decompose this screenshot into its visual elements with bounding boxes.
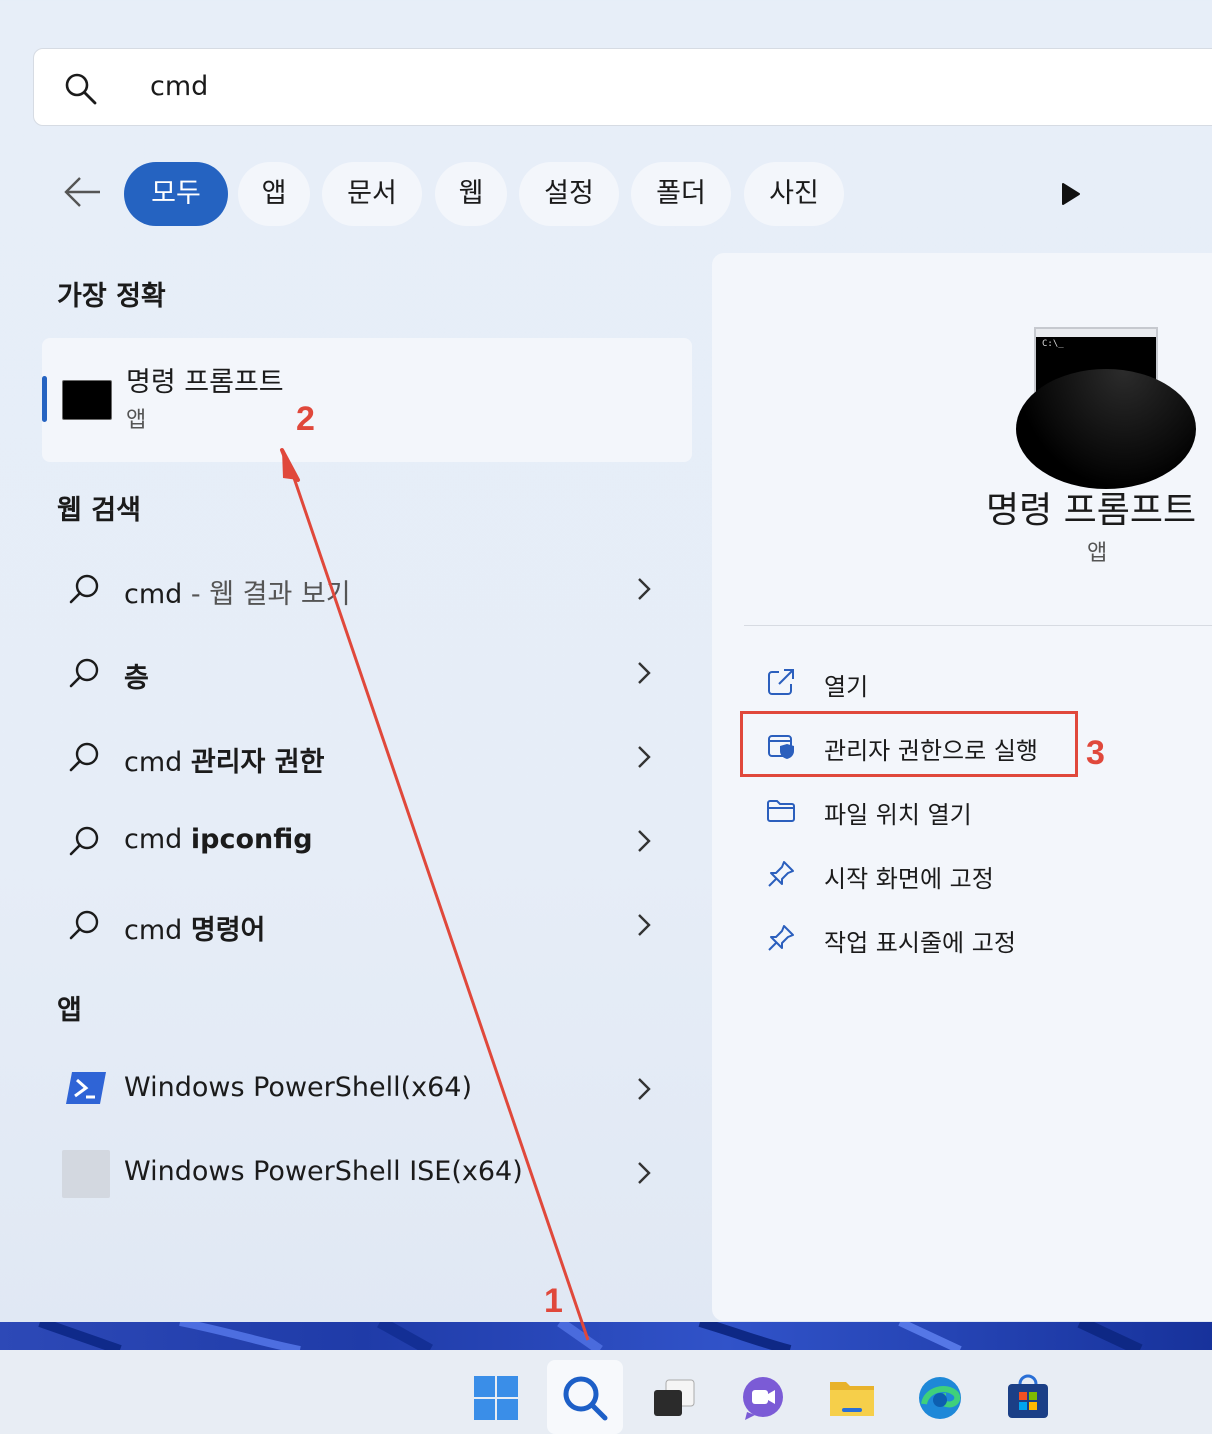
web-result-text: 층 — [124, 663, 149, 694]
chevron-right-icon — [638, 914, 651, 936]
search-input[interactable] — [150, 71, 1050, 102]
section-apps: 앱 — [57, 995, 82, 1026]
web-result-item[interactable]: cmd 명령어 — [42, 890, 692, 962]
annotation-step-2: 2 — [296, 400, 315, 438]
chevron-right-icon — [638, 1078, 651, 1100]
back-arrow-icon[interactable] — [62, 174, 102, 210]
command-prompt-large-icon: C:\_ — [1016, 327, 1196, 489]
powershell-icon — [66, 1072, 106, 1104]
web-result-text: cmd ipconfig — [124, 824, 313, 855]
detail-type: 앱 — [1087, 541, 1108, 566]
web-result-text: cmd - 웹 결과 보기 — [124, 579, 351, 610]
filter-apps[interactable]: 앱 — [238, 162, 310, 226]
file-explorer-button[interactable] — [814, 1360, 890, 1434]
folder-icon — [767, 800, 795, 822]
web-result-item[interactable]: cmd 관리자 권한 — [42, 722, 692, 794]
annotation-highlight-box — [740, 711, 1078, 777]
selection-indicator — [42, 376, 47, 422]
start-button[interactable] — [458, 1360, 534, 1434]
search-icon — [65, 73, 97, 105]
search-box[interactable] — [33, 48, 1212, 126]
web-result-item[interactable]: cmd - 웹 결과 보기 — [42, 554, 692, 626]
best-match-type: 앱 — [126, 408, 147, 433]
action-open-file-location[interactable]: 파일 위치 열기 — [766, 793, 1066, 833]
chevron-right-icon — [638, 1162, 651, 1184]
search-icon — [69, 910, 99, 940]
play-more-icon[interactable] — [1060, 182, 1082, 206]
app-name: Windows PowerShell(x64) — [124, 1072, 473, 1103]
best-match-name: 명령 프롬프트 — [126, 367, 284, 398]
filter-settings[interactable]: 설정 — [519, 162, 619, 226]
annotation-step-1: 1 — [544, 1282, 563, 1320]
edge-button[interactable] — [902, 1360, 978, 1434]
app-item-powershell-ise[interactable]: Windows PowerShell ISE(x64) — [42, 1138, 692, 1210]
web-result-item[interactable]: 층 — [42, 638, 692, 710]
task-view-icon — [654, 1379, 695, 1416]
chevron-right-icon — [638, 746, 651, 768]
detail-title: 명령 프롬프트 — [986, 490, 1197, 531]
windows-start-icon — [474, 1376, 518, 1420]
chevron-right-icon — [638, 578, 651, 600]
detail-panel: C:\_ 명령 프롬프트 앱 열기 관리자 권한으로 실행 파일 위치 열기 시… — [712, 253, 1212, 1321]
search-icon — [69, 658, 99, 688]
search-icon — [563, 1376, 608, 1421]
filter-photos[interactable]: 사진 — [744, 162, 844, 226]
app-item-powershell[interactable]: Windows PowerShell(x64) — [42, 1054, 692, 1126]
chevron-right-icon — [638, 662, 651, 684]
section-web-search: 웹 검색 — [57, 495, 141, 526]
filter-folders[interactable]: 폴더 — [631, 162, 731, 226]
annotation-step-3: 3 — [1086, 734, 1105, 772]
search-icon — [69, 742, 99, 772]
filter-all[interactable]: 모두 — [124, 162, 228, 226]
action-pin-to-start[interactable]: 시작 화면에 고정 — [766, 857, 1066, 897]
file-explorer-icon — [830, 1382, 874, 1416]
chevron-right-icon — [638, 830, 651, 852]
web-result-item[interactable]: cmd ipconfig — [42, 806, 692, 878]
web-result-text: cmd 관리자 권한 — [124, 747, 325, 778]
command-prompt-icon — [62, 380, 112, 420]
action-open[interactable]: 열기 — [766, 665, 1066, 705]
store-button[interactable] — [990, 1360, 1066, 1434]
app-name: Windows PowerShell ISE(x64) — [124, 1156, 523, 1187]
chat-button[interactable] — [725, 1360, 801, 1434]
section-best-match: 가장 정확 — [57, 281, 166, 312]
task-view-button[interactable] — [636, 1360, 712, 1434]
pin-icon — [768, 925, 794, 951]
taskbar-search-button[interactable] — [547, 1360, 623, 1434]
web-result-text: cmd 명령어 — [124, 915, 266, 946]
action-pin-to-taskbar[interactable]: 작업 표시줄에 고정 — [766, 921, 1066, 961]
filter-web[interactable]: 웹 — [435, 162, 507, 226]
divider — [744, 625, 1212, 626]
store-icon — [1008, 1374, 1048, 1418]
pin-icon — [768, 861, 794, 887]
powershell-ise-icon — [62, 1150, 110, 1198]
teams-chat-icon — [743, 1377, 783, 1420]
search-icon — [69, 826, 99, 856]
edge-icon — [919, 1377, 961, 1419]
best-match-item[interactable]: 명령 프롬프트 앱 — [42, 338, 692, 462]
filter-documents[interactable]: 문서 — [322, 162, 422, 226]
taskbar — [0, 1350, 1212, 1434]
open-external-icon — [768, 669, 794, 695]
desktop-wallpaper — [0, 1322, 1212, 1350]
search-icon — [69, 574, 99, 604]
